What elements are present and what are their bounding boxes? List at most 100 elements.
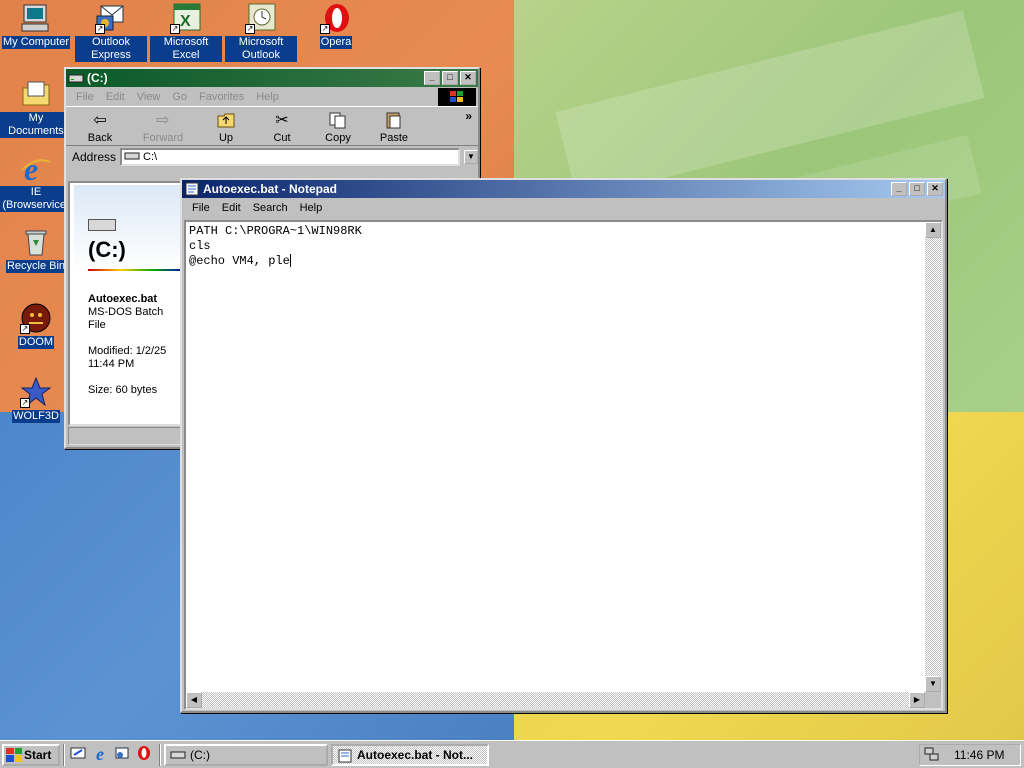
cut-label: Cut (273, 132, 291, 144)
explorer-titlebar[interactable]: (C:) _ □ ✕ (66, 69, 478, 87)
explorer-menubar: File Edit View Go Favorites Help (66, 87, 478, 106)
desktop-icon-my-computer[interactable]: My Computer (0, 2, 72, 49)
desktop-icon-label: Outlook Express (75, 36, 147, 62)
start-button[interactable]: Start (2, 743, 60, 766)
desktop-icon-excel[interactable]: X ↗ Microsoft Excel (150, 2, 222, 62)
quicklaunch-opera[interactable] (134, 745, 154, 765)
desktop-icon-doom[interactable]: ↗ DOOM (0, 302, 72, 349)
file-name: Autoexec.bat (88, 293, 158, 305)
desktop-icon-my-documents[interactable]: My Documents (0, 78, 72, 138)
notepad-titlebar[interactable]: Autoexec.bat - Notepad _ □ ✕ (182, 180, 945, 198)
clock[interactable]: 11:46 PM (954, 748, 1004, 762)
minimize-button[interactable]: _ (424, 71, 440, 85)
menu-search[interactable]: Search (247, 202, 294, 214)
scroll-left-button[interactable]: ◀ (186, 692, 202, 708)
copy-icon (327, 110, 349, 130)
up-button[interactable]: Up (198, 107, 254, 145)
task-label: (C:) (190, 747, 210, 762)
address-input[interactable]: C:\ (120, 148, 460, 166)
svg-text:X: X (180, 13, 191, 30)
scroll-right-button[interactable]: ▶ (909, 692, 925, 708)
desktop-icon-recycle-bin[interactable]: Recycle Bin (0, 226, 72, 273)
desktop-icon-label: Recycle Bin (5, 260, 67, 273)
paste-button[interactable]: Paste (366, 107, 422, 145)
window-title: Autoexec.bat - Notepad (203, 182, 338, 196)
file-size: Size: 60 bytes (88, 384, 158, 396)
opera-icon (136, 745, 152, 764)
windows-logo-icon (438, 88, 476, 106)
maximize-button[interactable]: □ (909, 182, 925, 196)
task-explorer[interactable]: (C:) (164, 743, 328, 766)
desktop-icon-label: DOOM (17, 336, 55, 349)
desktop-icon-outlook[interactable]: ↗ Microsoft Outlook (225, 2, 297, 62)
menu-favorites[interactable]: Favorites (193, 91, 250, 103)
internet-explorer-icon: e (20, 151, 52, 187)
text-editor[interactable]: PATH C:\PROGRA~1\WIN98RK cls @echo VM4, pl… (184, 220, 943, 710)
outlook-icon: ↗ (245, 2, 277, 34)
desktop-icon-opera[interactable]: ↗ Opera (300, 2, 372, 49)
address-dropdown-button[interactable]: ▼ (464, 150, 478, 164)
shortcut-arrow-icon: ↗ (20, 324, 30, 334)
svg-text:e: e (24, 152, 38, 184)
vertical-scrollbar[interactable]: ▲ ▼ (925, 222, 941, 692)
menu-file[interactable]: File (186, 202, 216, 214)
maximize-button[interactable]: □ (442, 71, 458, 85)
network-icon[interactable] (924, 746, 940, 765)
close-button[interactable]: ✕ (460, 71, 476, 85)
shortcut-arrow-icon: ↗ (245, 24, 255, 34)
scissors-icon: ✂ (275, 112, 289, 129)
copy-button[interactable]: Copy (310, 107, 366, 145)
task-notepad[interactable]: Autoexec.bat - Not... (331, 743, 489, 766)
taskbar: Start e (C:) Autoexec.bat - Not... 11:46… (0, 740, 1024, 768)
menu-edit[interactable]: Edit (100, 91, 131, 103)
excel-icon: X ↗ (170, 2, 202, 34)
scroll-up-button[interactable]: ▲ (925, 222, 941, 238)
text-line: cls (189, 239, 211, 253)
shortcut-arrow-icon: ↗ (320, 24, 330, 34)
cut-button[interactable]: ✂ Cut (254, 107, 310, 145)
menu-edit[interactable]: Edit (216, 202, 247, 214)
forward-arrow-icon: ⇨ (156, 112, 170, 129)
desktop-icon-label: My Computer (1, 36, 71, 49)
desktop-icon-ie[interactable]: e IE (Browservice) (0, 151, 72, 212)
minimize-button[interactable]: _ (891, 182, 907, 196)
editor-content[interactable]: PATH C:\PROGRA~1\WIN98RK cls @echo VM4, pl… (189, 224, 362, 269)
forward-button[interactable]: ⇨ Forward (128, 107, 198, 145)
notepad-icon (184, 182, 200, 196)
wolf3d-icon: ↗ (20, 376, 52, 408)
shortcut-arrow-icon: ↗ (170, 24, 180, 34)
quicklaunch-ie[interactable]: e (90, 744, 110, 765)
start-label: Start (24, 747, 52, 762)
menu-file[interactable]: File (70, 91, 100, 103)
scroll-down-button[interactable]: ▼ (925, 676, 941, 692)
folder-icon (20, 78, 52, 110)
desktop-icon-wolf3d[interactable]: ↗ WOLF3D (0, 376, 72, 423)
internet-explorer-icon: e (96, 744, 104, 764)
horizontal-scrollbar[interactable]: ◀ ▶ (186, 692, 925, 708)
drive-icon (68, 71, 84, 85)
scrollbar-corner (925, 692, 941, 708)
menu-help[interactable]: Help (294, 202, 329, 214)
show-desktop-icon (70, 745, 86, 764)
opera-icon: ↗ (320, 2, 352, 34)
quicklaunch-show-desktop[interactable] (68, 745, 88, 765)
close-button[interactable]: ✕ (927, 182, 943, 196)
toolbar-chevron[interactable]: » (465, 109, 472, 123)
copy-label: Copy (325, 132, 351, 144)
file-modified: Modified: 1/2/25 11:44 PM (88, 345, 167, 370)
clipboard-icon (383, 110, 405, 130)
back-button[interactable]: ⇦ Back (72, 107, 128, 145)
desktop-icon-label: WOLF3D (12, 410, 60, 423)
menu-help[interactable]: Help (250, 91, 285, 103)
desktop-icon-outlook-express[interactable]: ↗ Outlook Express (75, 2, 147, 62)
menu-view[interactable]: View (131, 91, 167, 103)
menu-go[interactable]: Go (166, 91, 193, 103)
drive-icon (170, 749, 186, 761)
desktop-icon-label: Opera (319, 36, 353, 49)
address-value: C:\ (143, 151, 158, 163)
desktop-icon-label: IE (Browservice) (0, 186, 72, 212)
quicklaunch-outlook-express[interactable] (112, 745, 132, 765)
up-label: Up (218, 132, 234, 144)
explorer-toolbar: ⇦ Back ⇨ Forward Up ✂ Cut Copy Paste » (66, 106, 478, 146)
notepad-window[interactable]: Autoexec.bat - Notepad _ □ ✕ File Edit S… (180, 178, 947, 713)
